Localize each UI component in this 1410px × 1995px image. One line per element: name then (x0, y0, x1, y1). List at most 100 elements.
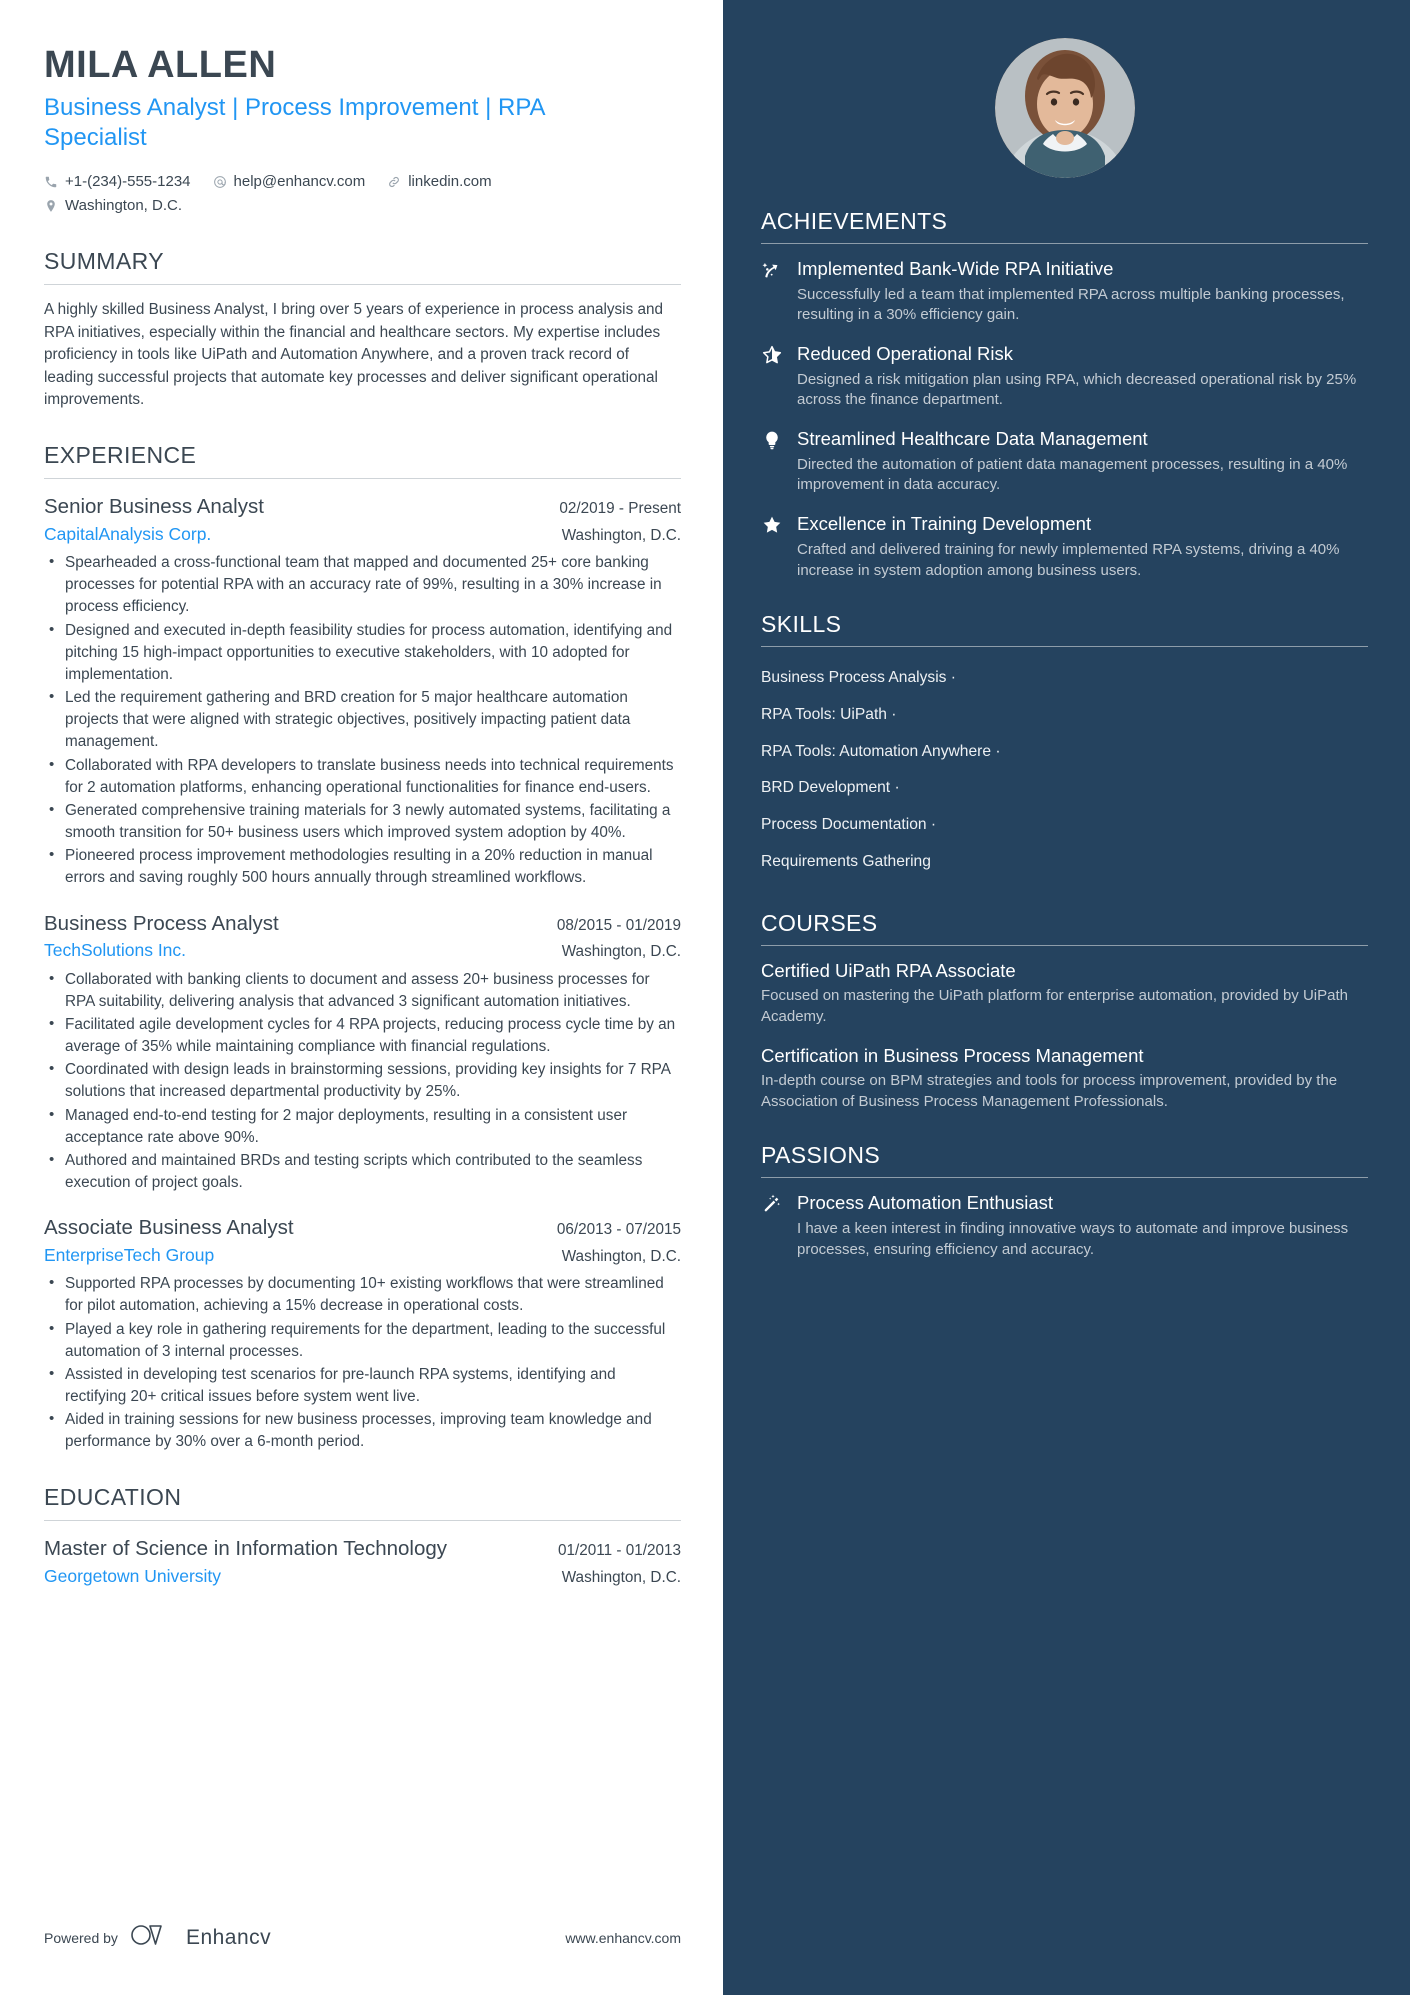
education-header: Master of Science in Information Technol… (44, 1535, 681, 1564)
achievement-description: Designed a risk mitigation plan using RP… (797, 370, 1357, 409)
job-subheader: TechSolutions Inc. Washington, D.C. (44, 937, 681, 963)
job-bullet: Generated comprehensive training materia… (44, 799, 681, 844)
job-bullets: Collaborated with banking clients to doc… (44, 968, 681, 1195)
contact-row-primary: +1-(234)-555-1234 help@enhancv.com linke… (44, 170, 681, 194)
contact-email[interactable]: help@enhancv.com (213, 170, 366, 194)
job-bullet: Supported RPA processes by documenting 1… (44, 1272, 681, 1317)
lightbulb-icon (761, 430, 783, 496)
divider (761, 646, 1368, 648)
passion-description: I have a keen interest in finding innova… (797, 1219, 1349, 1258)
professional-headline: Business Analyst | Process Improvement |… (44, 93, 545, 152)
education-dates: 01/2011 - 01/2013 (557, 1541, 681, 1559)
job-location: Washington, D.C. (561, 526, 681, 544)
divider (761, 1177, 1368, 1179)
courses-heading: COURSES (761, 910, 878, 937)
job-dates: 08/2015 - 01/2019 (556, 916, 681, 934)
achievement-title: Streamlined Healthcare Data Management (797, 428, 1148, 450)
divider (761, 243, 1368, 244)
job-bullet: Managed end-to-end testing for 2 major d… (44, 1104, 681, 1149)
enhancv-logo-icon (130, 1922, 174, 1953)
education-school[interactable]: Georgetown University (44, 1563, 221, 1590)
achievement-description: Crafted and delivered training for newly… (797, 540, 1340, 579)
achievement-body: Reduced Operational Risk Designed a risk… (797, 342, 1368, 411)
job-subheader: EnterpriseTech Group Washington, D.C. (44, 1242, 681, 1268)
job-header: Senior Business Analyst 02/2019 - Presen… (44, 493, 681, 521)
skill-item: RPA Tools: UiPath · (761, 705, 897, 723)
summary-text: A highly skilled Business Analyst, I bri… (44, 300, 664, 409)
star-icon (761, 515, 783, 581)
contact-phone[interactable]: +1-(234)-555-1234 (44, 170, 191, 194)
achievement-item: Implemented Bank-Wide RPA Initiative Suc… (761, 257, 1368, 326)
resume-page: MILA ALLEN Business Analyst | Process Im… (0, 0, 1410, 1995)
experience-entry: Associate Business Analyst 06/2013 - 07/… (44, 1214, 681, 1453)
job-bullet: Facilitated agile development cycles for… (44, 1013, 681, 1058)
job-header: Business Process Analyst 08/2015 - 01/20… (44, 910, 681, 938)
achievement-body: Implemented Bank-Wide RPA Initiative Suc… (797, 257, 1368, 326)
magic-wand-icon (761, 1194, 783, 1260)
job-dates: 06/2013 - 07/2015 (556, 1221, 681, 1239)
summary-heading: SUMMARY (44, 247, 164, 274)
skill-item: BRD Development · (761, 779, 900, 797)
passion-title: Process Automation Enthusiast (797, 1192, 1054, 1214)
contact-linkedin[interactable]: linkedin.com (387, 170, 492, 194)
education-location: Washington, D.C. (561, 1569, 681, 1587)
section-education: EDUCATION Master of Science in Informati… (44, 1484, 681, 1591)
job-company[interactable]: CapitalAnalysis Corp. (44, 521, 211, 547)
job-bullets: Spearheaded a cross-functional team that… (44, 551, 681, 890)
footer-website[interactable]: www.enhancv.com (565, 1930, 681, 1946)
achievement-description: Successfully led a team that implemented… (797, 285, 1345, 324)
page-title: MILA ALLEN (44, 44, 277, 86)
job-bullet: Pioneered process improvement methodolog… (44, 844, 681, 889)
job-title: Associate Business Analyst (44, 1216, 294, 1240)
education-entry: Master of Science in Information Technol… (44, 1535, 681, 1591)
main-column: MILA ALLEN Business Analyst | Process Im… (0, 0, 723, 1995)
contact-location: Washington, D.C. (44, 194, 182, 218)
achievement-title: Excellence in Training Development (797, 513, 1092, 535)
job-title: Business Process Analyst (44, 911, 279, 935)
job-location: Washington, D.C. (561, 943, 681, 961)
passions-heading: PASSIONS (761, 1142, 881, 1169)
shooting-star-icon (761, 260, 783, 326)
achievement-description: Directed the automation of patient data … (797, 455, 1348, 494)
skill-item: RPA Tools: Automation Anywhere · (761, 742, 1001, 760)
divider (44, 1519, 681, 1521)
skills-heading: SKILLS (761, 611, 842, 638)
skill-item: Requirements Gathering (761, 852, 931, 870)
link-icon (387, 175, 401, 189)
course-title: Certification in Business Process Manage… (761, 1044, 1144, 1066)
job-company[interactable]: TechSolutions Inc. (44, 937, 186, 963)
contact-email-text: help@enhancv.com (233, 172, 366, 190)
divider (761, 945, 1368, 947)
powered-by-label: Powered by (44, 1929, 118, 1946)
job-bullet: Played a key role in gathering requireme… (44, 1318, 681, 1363)
job-subheader: CapitalAnalysis Corp. Washington, D.C. (44, 521, 681, 547)
job-bullet: Collaborated with RPA developers to tran… (44, 754, 681, 799)
contact-phone-text: +1-(234)-555-1234 (65, 172, 191, 190)
achievement-item: Reduced Operational Risk Designed a risk… (761, 342, 1368, 411)
achievement-title: Implemented Bank-Wide RPA Initiative (797, 258, 1114, 279)
divider (44, 478, 681, 480)
experience-heading: EXPERIENCE (44, 442, 197, 469)
passion-item: Process Automation Enthusiast I have a k… (761, 1191, 1368, 1260)
course-description: Focused on mastering the UiPath platform… (761, 987, 1348, 1026)
achievement-body: Streamlined Healthcare Data Management D… (797, 427, 1368, 496)
contact-linkedin-text: linkedin.com (408, 172, 492, 190)
section-summary: SUMMARY A highly skilled Business Analys… (44, 248, 681, 412)
job-title: Senior Business Analyst (44, 495, 264, 519)
course-item: Certified UiPath RPA Associate Focused o… (761, 959, 1368, 1027)
job-bullet: Coordinated with design leads in brainst… (44, 1058, 681, 1103)
passion-body: Process Automation Enthusiast I have a k… (797, 1191, 1368, 1260)
section-experience: EXPERIENCE Senior Business Analyst 02/20… (44, 442, 681, 1453)
location-icon (44, 199, 58, 213)
job-bullet: Assisted in developing test scenarios fo… (44, 1363, 681, 1408)
job-company[interactable]: EnterpriseTech Group (44, 1242, 214, 1268)
skill-item: Process Documentation · (761, 816, 937, 833)
skill-item: Business Process Analysis · (761, 669, 956, 687)
course-item: Certification in Business Process Manage… (761, 1044, 1368, 1112)
course-title: Certified UiPath RPA Associate (761, 960, 1016, 982)
job-bullet: Designed and executed in-depth feasibili… (44, 619, 681, 687)
contact-info: +1-(234)-555-1234 help@enhancv.com linke… (44, 170, 681, 218)
job-bullets: Supported RPA processes by documenting 1… (44, 1272, 681, 1453)
job-bullet: Led the requirement gathering and BRD cr… (44, 686, 681, 754)
job-location: Washington, D.C. (561, 1247, 681, 1265)
